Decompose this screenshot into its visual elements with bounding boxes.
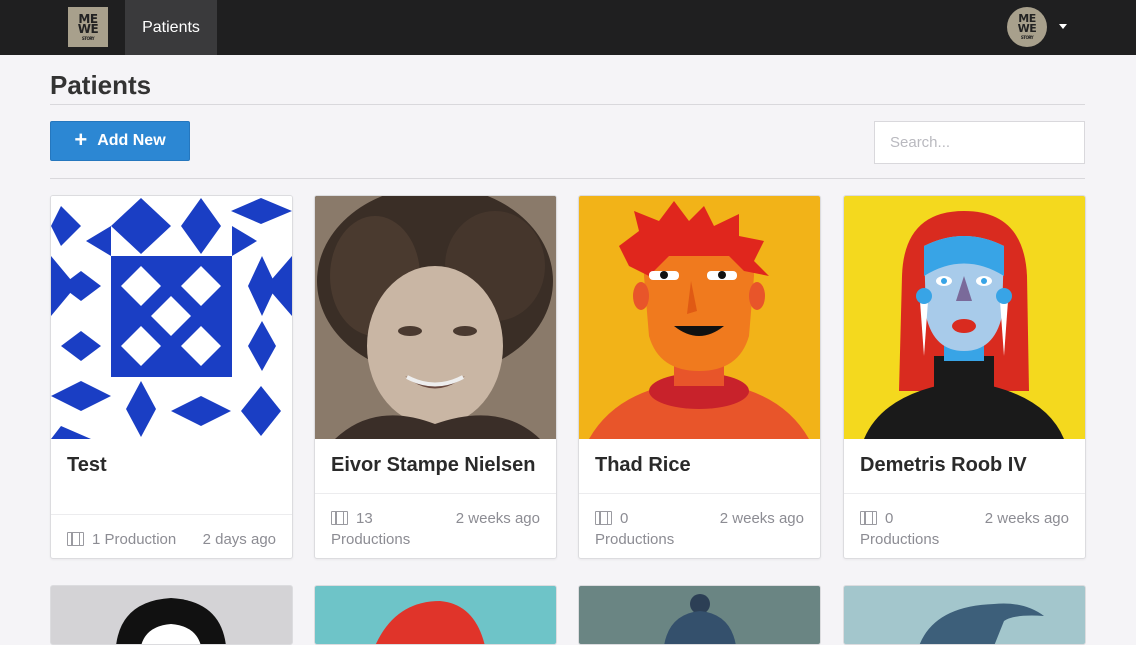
logo-text-bottom: WE	[77, 21, 99, 36]
patient-card[interactable]: Thad Rice 0 Productions 2 weeks ago	[578, 195, 821, 559]
productions-word: Productions	[331, 531, 411, 548]
top-navbar: ME WE STORY Patients ME WE STORY	[0, 0, 1136, 55]
app-logo[interactable]: ME WE STORY	[68, 7, 108, 47]
page-title: Patients	[50, 70, 152, 100]
patient-name[interactable]: Thad Rice	[595, 454, 691, 477]
productions-word: Productions	[595, 531, 675, 548]
patient-name[interactable]: Eivor Stampe Nielsen	[331, 454, 536, 477]
productions-count: 1 Production	[92, 531, 177, 548]
productions-word: Productions	[860, 531, 940, 548]
film-icon	[595, 511, 612, 525]
patient-photo	[315, 196, 556, 439]
card-meta: 13 Productions 2 weeks ago	[331, 508, 540, 550]
card-divider	[579, 493, 820, 494]
add-new-button[interactable]: + Add New	[50, 121, 190, 161]
patient-card[interactable]: Eivor Stampe Nielsen 13 Productions 2 we…	[314, 195, 557, 559]
user-avatar[interactable]: ME WE STORY	[1007, 7, 1047, 47]
patient-card-partial[interactable]	[50, 585, 293, 645]
patient-name[interactable]: Demetris Roob IV	[860, 454, 1027, 477]
updated-time: 2 weeks ago	[984, 510, 1069, 527]
toolbar-divider	[50, 178, 1085, 179]
updated-time: 2 weeks ago	[719, 510, 804, 527]
productions-count: 13	[356, 510, 373, 527]
patient-card-partial[interactable]	[843, 585, 1086, 645]
avatar-sub: STORY	[1020, 35, 1034, 40]
updated-time: 2 days ago	[202, 531, 276, 548]
film-icon	[67, 532, 84, 546]
card-meta: 0 Productions 2 weeks ago	[860, 508, 1069, 550]
user-menu-caret-icon[interactable]	[1059, 24, 1067, 29]
productions-count: 0	[620, 510, 629, 527]
title-divider	[50, 104, 1085, 105]
card-meta: 0 Productions 2 weeks ago	[595, 508, 804, 550]
card-divider	[51, 514, 292, 515]
add-new-label: Add New	[97, 132, 166, 149]
patient-image-pattern	[51, 196, 292, 439]
patient-card[interactable]: Demetris Roob IV 0 Productions 2 weeks a…	[843, 195, 1086, 559]
search-input[interactable]	[874, 121, 1085, 164]
patient-card-partial[interactable]	[314, 585, 557, 645]
patient-card-partial[interactable]	[578, 585, 821, 645]
plus-icon: +	[74, 126, 88, 152]
avatar-text-bottom: WE	[1017, 22, 1037, 35]
card-meta: 1 Production 2 days ago	[67, 529, 276, 550]
logo-sub: STORY	[81, 35, 95, 41]
productions-count: 0	[885, 510, 894, 527]
nav-tab-patients[interactable]: Patients	[125, 0, 217, 55]
card-divider	[844, 493, 1085, 494]
film-icon	[860, 511, 877, 525]
patient-name[interactable]: Test	[67, 454, 107, 477]
patient-avatar-illustration	[579, 196, 820, 439]
film-icon	[331, 511, 348, 525]
patient-card[interactable]: Test 1 Production 2 days ago	[50, 195, 293, 559]
patient-avatar-illustration	[844, 196, 1085, 439]
card-divider	[315, 493, 556, 494]
updated-time: 2 weeks ago	[455, 510, 540, 527]
